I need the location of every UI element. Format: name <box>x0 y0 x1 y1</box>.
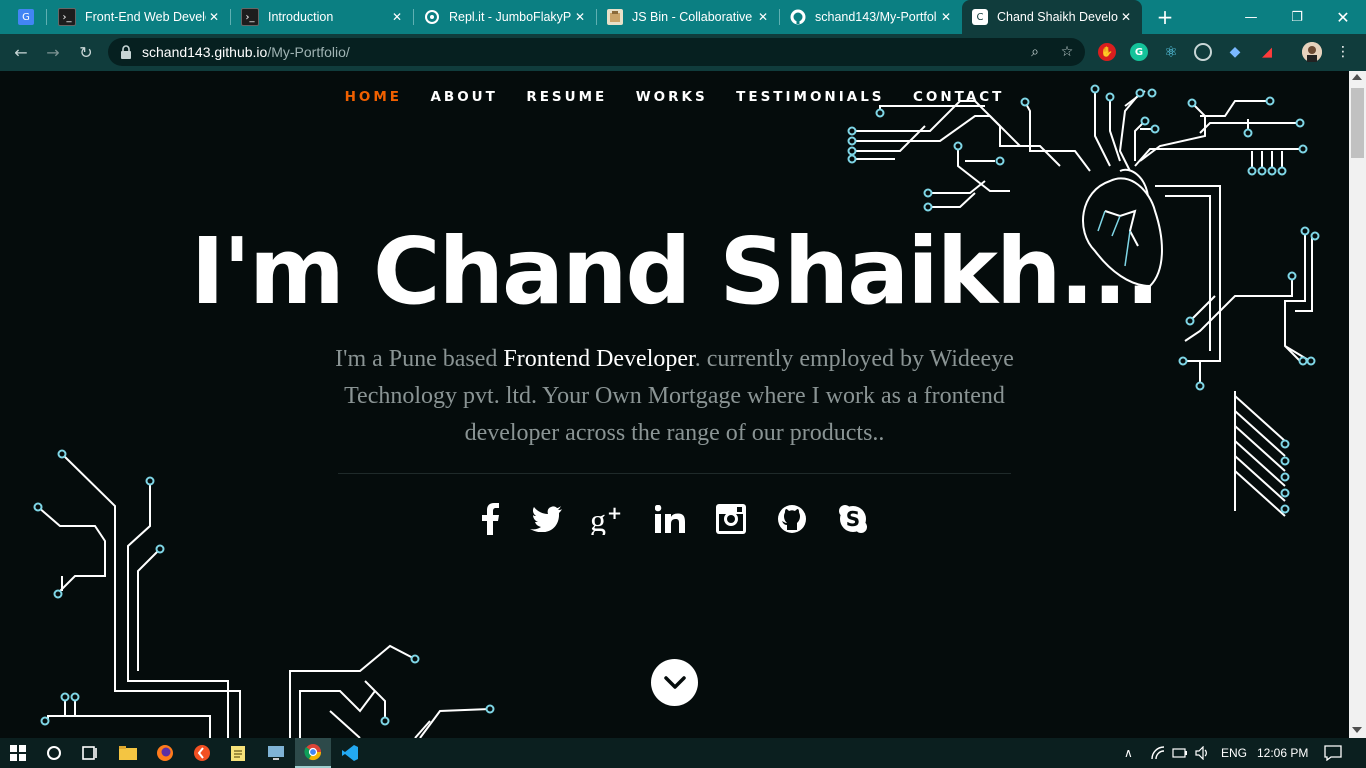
hero-title: I'm Chand Shaikh... <box>190 218 1161 325</box>
portfolio-icon: C <box>972 9 988 25</box>
translate-tab[interactable]: G <box>10 0 48 34</box>
tab-github[interactable]: schand143/My-Portfol ✕ <box>780 0 962 34</box>
battery-icon[interactable] <box>1172 738 1188 768</box>
network-icon[interactable] <box>1150 738 1166 768</box>
google-plus-icon[interactable]: g + <box>587 499 627 539</box>
lock-icon <box>121 45 131 59</box>
chevron-down-icon <box>663 675 686 689</box>
main-nav: HOME ABOUT RESUME WORKS TESTIMONIALS CON… <box>0 88 1349 106</box>
scroll-down-arrow-icon[interactable] <box>1352 727 1362 733</box>
adblock-icon[interactable]: ✋ <box>1098 43 1116 61</box>
target-extension-icon[interactable] <box>1194 43 1212 61</box>
nav-testimonials[interactable]: TESTIMONIALS <box>736 89 884 105</box>
vscode-icon[interactable] <box>332 738 368 768</box>
svg-text:S: S <box>846 507 860 531</box>
twitter-icon[interactable] <box>526 499 566 539</box>
forward-icon[interactable]: → <box>38 34 68 71</box>
url-text[interactable]: schand143.github.io/My-Portfolio/ <box>142 44 350 60</box>
hero-description: I'm a Pune based Frontend Developer. cur… <box>335 346 1014 446</box>
github-icon[interactable] <box>772 499 812 539</box>
close-icon[interactable]: ✕ <box>755 10 771 24</box>
file-explorer-icon[interactable] <box>110 738 146 768</box>
nav-about[interactable]: ABOUT <box>430 89 497 105</box>
close-icon[interactable]: ✕ <box>572 10 588 24</box>
remote-desktop-icon[interactable] <box>258 738 294 768</box>
menu-icon[interactable]: ⋮ <box>1334 43 1352 61</box>
nav-resume[interactable]: RESUME <box>526 89 607 105</box>
svg-text:+: + <box>607 503 622 524</box>
reload-icon[interactable]: ↻ <box>71 34 101 71</box>
notifications-icon[interactable] <box>1324 738 1342 768</box>
terminal-icon: ›_ <box>58 8 76 26</box>
chrome-taskbar-icon[interactable] <box>295 738 331 768</box>
back-icon[interactable]: ← <box>6 34 36 71</box>
terminal-icon: ›_ <box>241 8 259 26</box>
tab-strip: G ›_ Front-End Web Develo ✕ ›_ Introduct… <box>0 0 1366 34</box>
close-icon[interactable]: ✕ <box>206 10 222 24</box>
tray-chevron-icon[interactable]: ∧ <box>1124 738 1133 768</box>
tab-frontend[interactable]: ›_ Front-End Web Develo ✕ <box>48 0 230 34</box>
tab-introduction[interactable]: ›_ Introduction ✕ <box>231 0 413 34</box>
search-icon[interactable] <box>36 738 72 768</box>
scroll-up-arrow-icon[interactable] <box>1352 74 1362 80</box>
new-tab-button[interactable]: + <box>1154 0 1176 34</box>
scroll-down-button[interactable] <box>651 659 698 706</box>
close-icon[interactable]: ✕ <box>389 10 405 24</box>
replit-icon <box>424 9 440 25</box>
svg-text:g: g <box>590 503 606 535</box>
github-icon <box>790 9 806 25</box>
clock[interactable]: 12:06 PM <box>1257 738 1308 768</box>
bookmark-star-icon[interactable]: ☆ <box>1058 43 1076 61</box>
instagram-icon[interactable] <box>711 499 751 539</box>
jsbin-icon <box>607 9 623 25</box>
app-orange-icon[interactable] <box>184 738 220 768</box>
hero-divider <box>338 473 1011 474</box>
tab-jsbin[interactable]: JS Bin - Collaborative J ✕ <box>597 0 779 34</box>
ruby-extension-icon[interactable]: ◢ <box>1258 43 1276 61</box>
tab-portfolio[interactable]: C Chand Shaikh Develop ✕ <box>962 0 1142 34</box>
zoom-icon[interactable]: ⌕ <box>1026 43 1044 61</box>
tab-replit[interactable]: Repl.it - JumboFlakyPr ✕ <box>414 0 596 34</box>
firefox-icon[interactable] <box>147 738 183 768</box>
avatar[interactable] <box>1302 42 1322 62</box>
minimize-icon[interactable]: — <box>1228 0 1274 34</box>
notes-icon[interactable] <box>220 738 256 768</box>
nav-home[interactable]: HOME <box>345 89 402 105</box>
nav-works[interactable]: WORKS <box>636 89 708 105</box>
page-scrollbar[interactable] <box>1349 71 1366 738</box>
react-devtools-icon[interactable]: ⚛ <box>1162 43 1180 61</box>
window-close-icon[interactable]: ✕ <box>1320 0 1366 34</box>
linkedin-icon[interactable] <box>650 499 690 539</box>
windows-start-icon[interactable] <box>0 738 36 768</box>
volume-icon[interactable] <box>1195 738 1211 768</box>
language-indicator[interactable]: ENG <box>1221 738 1247 768</box>
portfolio-page: HOME ABOUT RESUME WORKS TESTIMONIALS CON… <box>0 71 1349 738</box>
task-view-icon[interactable] <box>72 738 108 768</box>
social-links: g + S <box>470 499 880 539</box>
close-icon[interactable]: ✕ <box>1118 10 1134 24</box>
grammarly-icon[interactable]: G <box>1130 43 1148 61</box>
gem-extension-icon[interactable]: ◆ <box>1226 43 1244 61</box>
skype-icon[interactable]: S <box>833 499 873 539</box>
google-translate-icon: G <box>18 9 34 25</box>
nav-contact[interactable]: CONTACT <box>913 89 1004 105</box>
facebook-icon[interactable] <box>470 499 510 539</box>
scrollbar-thumb[interactable] <box>1351 88 1364 158</box>
restore-icon[interactable]: ❐ <box>1274 0 1320 34</box>
close-icon[interactable]: ✕ <box>938 10 954 24</box>
